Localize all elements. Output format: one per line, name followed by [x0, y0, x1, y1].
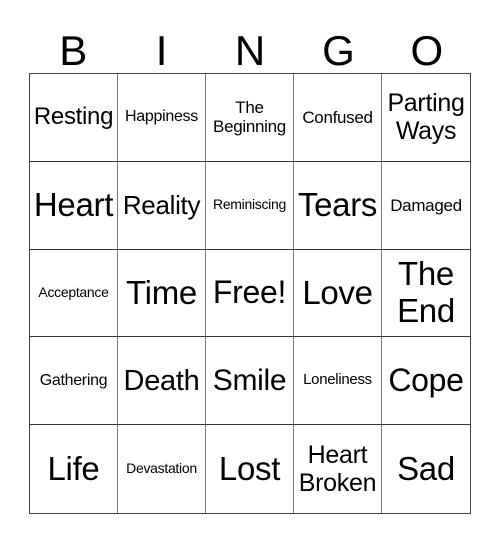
header-letter-o: O: [410, 27, 444, 74]
bingo-cell[interactable]: Love: [294, 249, 382, 338]
bingo-cell[interactable]: Gathering: [30, 337, 118, 426]
bingo-grid: Resting Happiness The Beginning Confused…: [29, 73, 471, 514]
bingo-cell[interactable]: Lost: [206, 425, 294, 513]
bingo-cell[interactable]: The Beginning: [206, 74, 294, 162]
bingo-cell[interactable]: Loneliness: [294, 337, 382, 426]
bingo-cell[interactable]: Free!: [206, 249, 294, 338]
bingo-cell[interactable]: Damaged: [382, 162, 470, 250]
bingo-cell[interactable]: Heart: [30, 161, 118, 250]
bingo-cell[interactable]: Sad: [382, 425, 470, 513]
bingo-cell[interactable]: Reminiscing: [206, 161, 294, 250]
bingo-cell[interactable]: The End: [382, 250, 470, 338]
bingo-cell[interactable]: Reality: [118, 161, 206, 250]
header-letter-n: N: [234, 27, 266, 74]
bingo-cell[interactable]: Parting Ways: [382, 74, 470, 162]
bingo-cell[interactable]: Smile: [206, 337, 294, 426]
bingo-cell[interactable]: Acceptance: [30, 249, 118, 338]
bingo-cell[interactable]: Cope: [382, 337, 470, 426]
bingo-cell[interactable]: Tears: [294, 161, 382, 250]
bingo-cell[interactable]: Confused: [294, 74, 382, 162]
bingo-cell[interactable]: Life: [30, 425, 118, 513]
bingo-cell[interactable]: Resting: [30, 74, 118, 162]
header-letter-b: B: [59, 27, 88, 74]
bingo-cell[interactable]: Heart Broken: [294, 425, 382, 513]
header-letter-i: I: [155, 27, 168, 74]
bingo-cell[interactable]: Time: [118, 249, 206, 338]
bingo-cell[interactable]: Devastation: [118, 425, 206, 513]
bingo-cell[interactable]: Death: [118, 337, 206, 426]
header-letter-g: G: [322, 27, 355, 74]
bingo-cell[interactable]: Happiness: [118, 74, 206, 162]
bingo-header: B I N G O: [29, 28, 471, 74]
